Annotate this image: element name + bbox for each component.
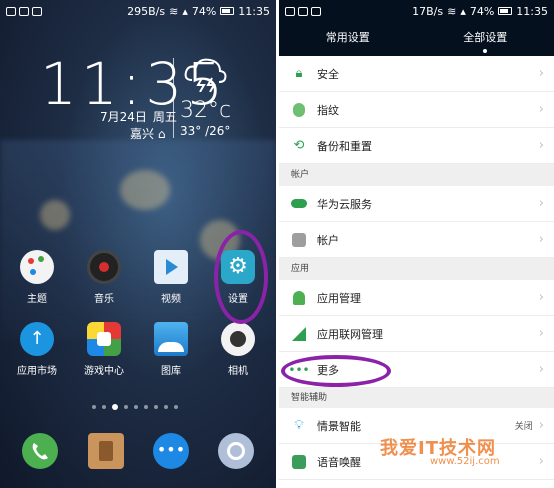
app-video[interactable]: 视频 [141,250,201,305]
page-indicator[interactable] [92,404,178,410]
messages-dock-icon[interactable]: ••• [153,433,189,469]
backup-icon: ⟲ [293,138,305,153]
status-time-right: 11:35 [516,4,548,18]
android-icon [291,290,307,306]
status-bar: 295B/s ≋ ▴ 74% 11:35 [0,0,276,22]
thunderstorm-icon [184,58,227,92]
palette-icon [20,250,54,284]
fingerprint-icon [291,102,307,118]
user-icon [291,232,307,248]
app-theme[interactable]: 主题 [7,250,67,305]
settings-tabs: 常用设置 全部设置 [279,22,554,56]
signal-icon: ▴ [182,4,188,18]
more-highlight-ring [281,355,391,387]
chevron-right-icon: › [538,326,544,341]
gallery-icon [154,322,188,356]
browser-dock-icon[interactable] [218,433,254,469]
app-store[interactable]: ↑ 应用市场 [7,322,67,377]
vinyl-icon [87,250,121,284]
date-text: 7月24日 周五 [100,110,177,124]
temperature: 32°c [180,98,232,123]
upload-arrow-icon: ↑ [20,322,54,356]
app-camera[interactable]: 相机 [208,322,268,377]
row-account[interactable]: 帐户 › [279,222,554,258]
signal-icon [291,326,307,342]
chevron-right-icon: › [538,418,544,433]
widget-divider [173,58,174,138]
bulb-icon: 💡︎ [294,418,304,433]
chevron-right-icon: › [538,362,544,377]
chevron-right-icon: › [538,454,544,469]
phone-dock-icon[interactable] [22,433,58,469]
lock-icon: 🔒︎ [295,66,303,81]
section-apps: 应用 [279,258,554,280]
wifi-icon: ≋ [447,4,457,18]
battery-icon [220,7,235,15]
section-smart-assist: 智能辅助 [279,388,554,408]
scenario-status: 关闭 [514,422,533,432]
video-icon [154,250,188,284]
camera-icon [221,322,255,356]
chevron-right-icon: › [538,290,544,305]
voice-icon [291,454,307,470]
app-gallery[interactable]: 图库 [141,322,201,377]
wifi-icon: ≋ [169,4,179,18]
row-backup-reset[interactable]: ⟲ 备份和重置 › [279,128,554,164]
chevron-right-icon: › [538,196,544,211]
chevron-right-icon: › [538,138,544,153]
status-time: 11:35 [238,4,270,18]
battery-percent: 74% [191,4,217,18]
tab-all-settings[interactable]: 全部设置 [417,22,554,56]
chevron-right-icon: › [538,232,544,247]
home-screen: 295B/s ≋ ▴ 74% 11:35 11:35 7月24日 周五 嘉兴 ⌂ … [0,0,276,488]
chevron-right-icon: › [538,102,544,117]
row-security[interactable]: 🔒︎ 安全 › [279,56,554,92]
settings-screen: 17B/s ≋ ▴ 74% 11:35 常用设置 全部设置 🔒︎ 安全 › 指纹… [279,0,554,488]
row-app-management[interactable]: 应用管理 › [279,280,554,316]
app-game-center[interactable]: 游戏中心 [74,322,134,377]
screenshot-root: 295B/s ≋ ▴ 74% 11:35 11:35 7月24日 周五 嘉兴 ⌂ … [0,0,554,488]
cloud-icon [291,196,307,212]
section-account: 帐户 [279,164,554,186]
chevron-right-icon: › [538,66,544,81]
settings-highlight-ring [214,230,268,324]
game-icon [87,322,121,356]
row-huawei-cloud[interactable]: 华为云服务 › [279,186,554,222]
row-app-network[interactable]: 应用联网管理 › [279,316,554,352]
net-speed: 295B/s [127,4,166,18]
row-fingerprint[interactable]: 指纹 › [279,92,554,128]
status-bar-right: 17B/s ≋ ▴ 74% 11:35 [279,0,554,22]
watermark-url: www.52ij.com [430,456,500,467]
net-speed-right: 17B/s [412,4,444,18]
temp-range: 33° /26° [180,124,231,138]
location-text: 嘉兴 ⌂ [130,127,166,141]
app-music[interactable]: 音乐 [74,250,134,305]
battery-icon [498,7,513,15]
battery-percent-right: 74% [469,4,495,18]
contacts-dock-icon[interactable] [88,433,124,469]
signal-icon: ▴ [460,4,466,18]
tab-common-settings[interactable]: 常用设置 [279,22,417,56]
